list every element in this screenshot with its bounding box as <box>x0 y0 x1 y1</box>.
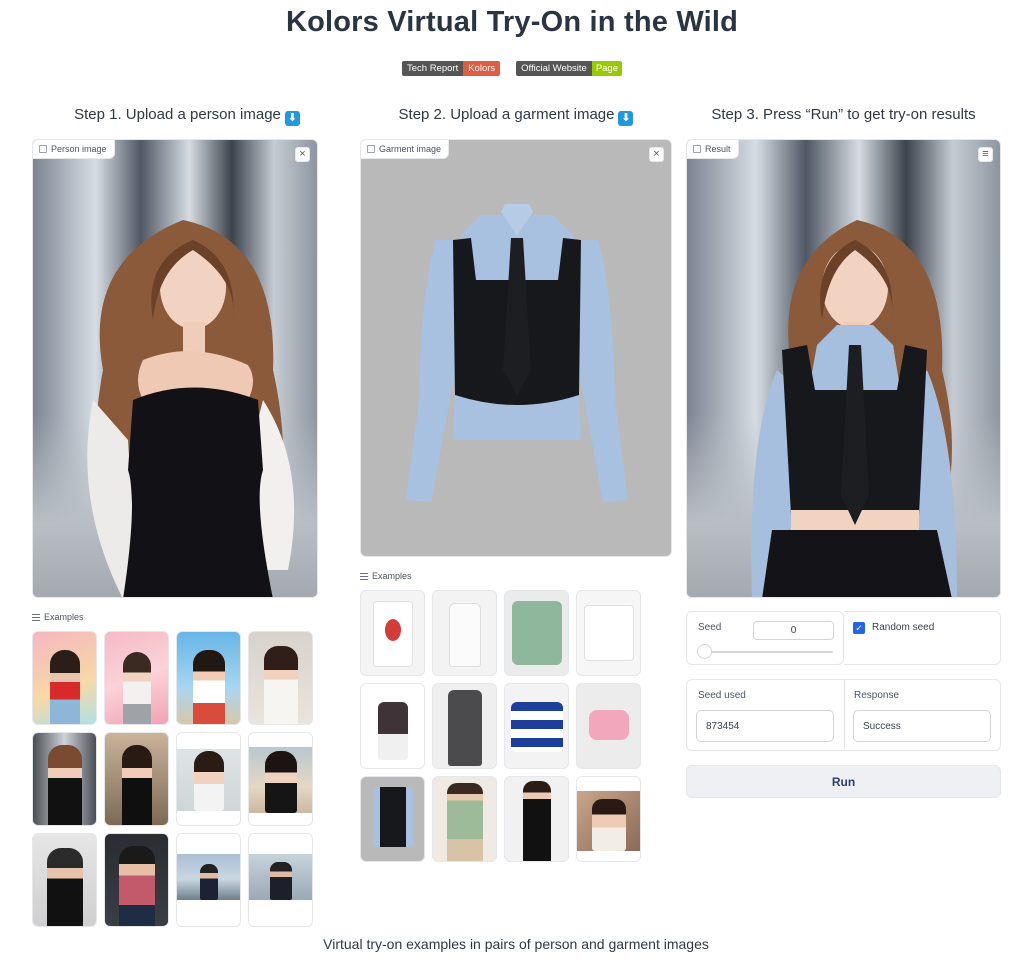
step-2-heading: Step 2. Upload a garment image ⬇ <box>360 106 672 126</box>
result-image: Result ≡ <box>686 139 1001 598</box>
list-icon <box>32 613 40 621</box>
garment-example-thumb[interactable] <box>576 776 641 862</box>
person-image-upload[interactable]: Person image × <box>32 139 318 598</box>
person-image-label: Person image <box>33 140 115 159</box>
garment-example-thumb[interactable] <box>432 683 497 769</box>
garment-example-thumb[interactable] <box>576 590 641 676</box>
person-example-thumb[interactable] <box>176 833 241 927</box>
step-3-heading: Step 3. Press “Run” to get try-on result… <box>686 106 1001 123</box>
seed-used-label: Seed used <box>698 690 746 701</box>
step-3-text: Step 3. Press “Run” to get try-on result… <box>711 106 976 123</box>
result-label-text: Result <box>705 144 731 154</box>
garment-example-thumb[interactable] <box>360 683 425 769</box>
person-example-thumb[interactable] <box>32 833 97 927</box>
output-panel: Seed used 873454 Response Success <box>686 679 1001 751</box>
badge-left-label: Tech Report <box>401 61 464 76</box>
garment-image-upload[interactable]: Garment image × <box>360 139 672 557</box>
garment-examples-grid <box>360 590 641 862</box>
garment-example-thumb[interactable] <box>504 683 569 769</box>
person-example-thumb[interactable] <box>176 732 241 826</box>
person-example-thumb[interactable] <box>248 631 313 725</box>
garment-example-thumb[interactable] <box>432 590 497 676</box>
step-1-heading: Step 1. Upload a person image ⬇ <box>32 106 342 126</box>
garment-examples-label: Examples <box>360 571 412 581</box>
seed-panel: Seed 0 <box>686 611 844 665</box>
seed-slider-handle[interactable] <box>697 644 712 659</box>
random-seed-label: Random seed <box>872 622 935 633</box>
step-1-text: Step 1. Upload a person image <box>74 106 281 123</box>
seed-slider-track[interactable] <box>698 651 833 653</box>
clear-icon[interactable]: × <box>295 147 310 162</box>
divider <box>844 680 845 750</box>
examples-text: Examples <box>44 612 84 622</box>
image-icon <box>367 145 375 153</box>
page-title: Kolors Virtual Try-On in the Wild <box>285 6 739 38</box>
seed-label: Seed <box>698 622 722 633</box>
badge-row: Tech Report Kolors Official Website Page <box>0 61 1024 76</box>
garment-image-label-text: Garment image <box>379 144 442 154</box>
garment-example-thumb[interactable] <box>360 776 425 862</box>
down-arrow-icon: ⬇ <box>618 111 634 126</box>
garment-example-thumb[interactable] <box>504 590 569 676</box>
run-button[interactable]: Run <box>686 765 1001 798</box>
person-example-thumb[interactable] <box>248 732 313 826</box>
person-example-thumb[interactable] <box>104 631 169 725</box>
random-seed-panel: ✓ Random seed <box>844 611 1001 665</box>
garment-image-label: Garment image <box>361 140 450 159</box>
badge-left-label: Official Website <box>516 61 592 76</box>
step-2-text: Step 2. Upload a garment image <box>398 106 615 123</box>
footer-caption: Virtual try-on examples in pairs of pers… <box>323 936 709 952</box>
garment-example-thumb[interactable] <box>576 683 641 769</box>
seed-input[interactable]: 0 <box>753 621 834 640</box>
seed-used-field[interactable]: 873454 <box>696 710 834 742</box>
person-examples-grid <box>32 631 313 927</box>
garment-example-thumb[interactable] <box>360 590 425 676</box>
garment-photo <box>406 204 628 502</box>
menu-icon[interactable]: ≡ <box>978 147 993 162</box>
official-website-badge[interactable]: Official Website Page <box>516 61 622 76</box>
badge-right-label: Page <box>591 61 622 76</box>
clear-icon[interactable]: × <box>649 147 664 162</box>
response-label: Response <box>854 690 900 701</box>
examples-text: Examples <box>372 571 412 581</box>
person-photo <box>87 220 295 597</box>
garment-example-thumb[interactable] <box>432 776 497 862</box>
down-arrow-icon: ⬇ <box>284 111 300 126</box>
random-seed-checkbox[interactable]: ✓ <box>853 622 865 634</box>
response-field[interactable]: Success <box>853 710 991 742</box>
image-icon <box>39 145 47 153</box>
person-example-thumb[interactable] <box>32 631 97 725</box>
person-example-thumb[interactable] <box>104 732 169 826</box>
person-example-thumb[interactable] <box>104 833 169 927</box>
result-photo <box>751 220 957 597</box>
list-icon <box>360 572 368 580</box>
badge-right-label: Kolors <box>463 61 501 76</box>
garment-example-thumb[interactable] <box>504 776 569 862</box>
tech-report-badge[interactable]: Tech Report Kolors <box>401 61 501 76</box>
result-label: Result <box>687 140 739 159</box>
image-icon <box>693 145 701 153</box>
person-example-thumb[interactable] <box>176 631 241 725</box>
person-image-label-text: Person image <box>51 144 107 154</box>
person-example-thumb[interactable] <box>248 833 313 927</box>
person-example-thumb[interactable] <box>32 732 97 826</box>
person-examples-label: Examples <box>32 612 84 622</box>
